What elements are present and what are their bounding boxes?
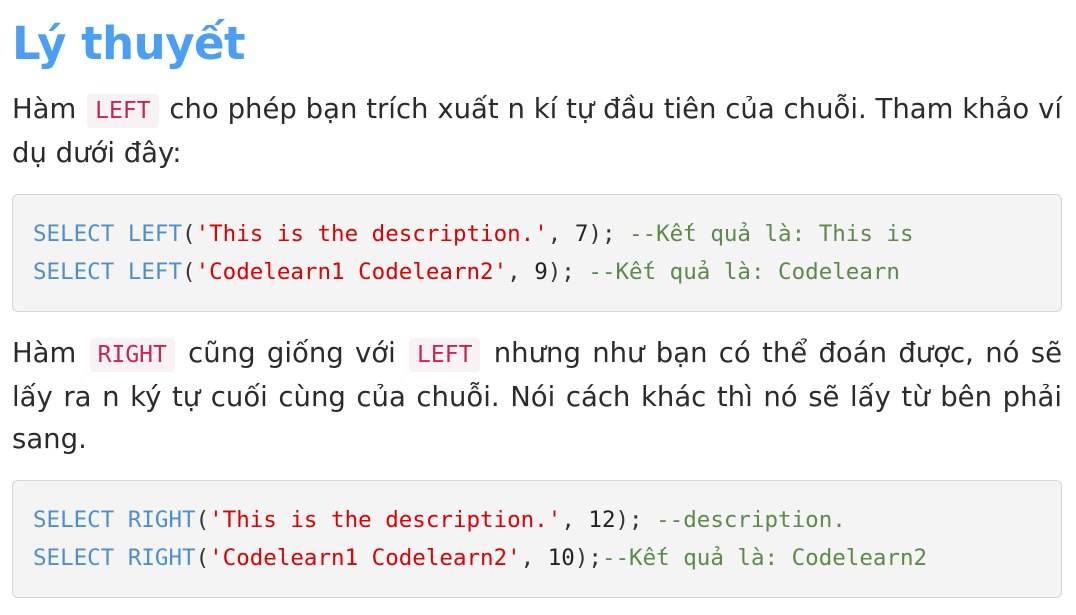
code-line: SELECT RIGHT('Codelearn1 Codelearn2', 10…: [33, 539, 1041, 577]
comment: --Kết quả là: Codelearn: [588, 259, 900, 285]
punctuation: );: [588, 221, 616, 247]
keyword-select: SELECT: [33, 221, 115, 247]
function-name: RIGHT: [127, 545, 196, 571]
comment: --description.: [656, 507, 846, 533]
paragraph-text: cũng giống với: [188, 337, 396, 369]
paragraph-text: Hàm: [12, 93, 77, 125]
code-line: SELECT RIGHT('This is the description.',…: [33, 501, 1041, 539]
punctuation: ,: [547, 221, 575, 247]
punctuation: (: [182, 259, 196, 285]
code-line: SELECT LEFT('This is the description.', …: [33, 215, 1041, 253]
code-block-left-examples[interactable]: SELECT LEFT('This is the description.', …: [12, 194, 1062, 312]
function-name: LEFT: [127, 221, 183, 247]
inline-code-right: RIGHT: [89, 338, 175, 372]
code-block-right-examples[interactable]: SELECT RIGHT('This is the description.',…: [12, 480, 1062, 598]
number-literal: 9: [534, 259, 548, 285]
code-line: SELECT LEFT('Codelearn1 Codelearn2', 9);…: [33, 253, 1041, 291]
punctuation: );: [615, 507, 643, 533]
inline-code-left: LEFT: [87, 94, 159, 128]
number-literal: 7: [574, 221, 589, 247]
paragraph-right-intro: Hàm RIGHT cũng giống với LEFT nhưng như …: [12, 332, 1062, 460]
comment: --Kết quả là: This is: [629, 221, 914, 247]
string-literal: 'This is the description.': [195, 221, 548, 247]
punctuation: (: [195, 545, 210, 571]
punctuation: ,: [520, 545, 548, 571]
keyword-select: SELECT: [33, 507, 115, 533]
punctuation: );: [547, 259, 575, 285]
function-name: RIGHT: [127, 507, 196, 533]
comment: --Kết quả là: Codelearn2: [601, 545, 928, 571]
string-literal: 'Codelearn1 Codelearn2': [195, 259, 508, 285]
number-literal: 12: [588, 507, 616, 533]
paragraph-left-intro: Hàm LEFT cho phép bạn trích xuất n kí tự…: [12, 88, 1062, 174]
keyword-select: SELECT: [33, 259, 115, 285]
inline-code-left: LEFT: [409, 338, 481, 372]
number-literal: 10: [547, 545, 575, 571]
paragraph-text: Hàm: [12, 337, 77, 369]
punctuation: ,: [561, 507, 589, 533]
punctuation: );: [574, 545, 602, 571]
keyword-select: SELECT: [33, 545, 115, 571]
punctuation: ,: [507, 259, 535, 285]
paragraph-text: cho phép bạn trích xuất n kí tự đầu tiên…: [12, 93, 1062, 169]
string-literal: 'This is the description.': [209, 507, 562, 533]
punctuation: (: [182, 221, 196, 247]
function-name: LEFT: [127, 259, 183, 285]
section-title: Lý thuyết: [12, 17, 246, 70]
lesson-content: Lý thuyết Hàm LEFT cho phép bạn trích xu…: [12, 0, 1062, 598]
string-literal: 'Codelearn1 Codelearn2': [209, 545, 521, 571]
punctuation: (: [195, 507, 210, 533]
